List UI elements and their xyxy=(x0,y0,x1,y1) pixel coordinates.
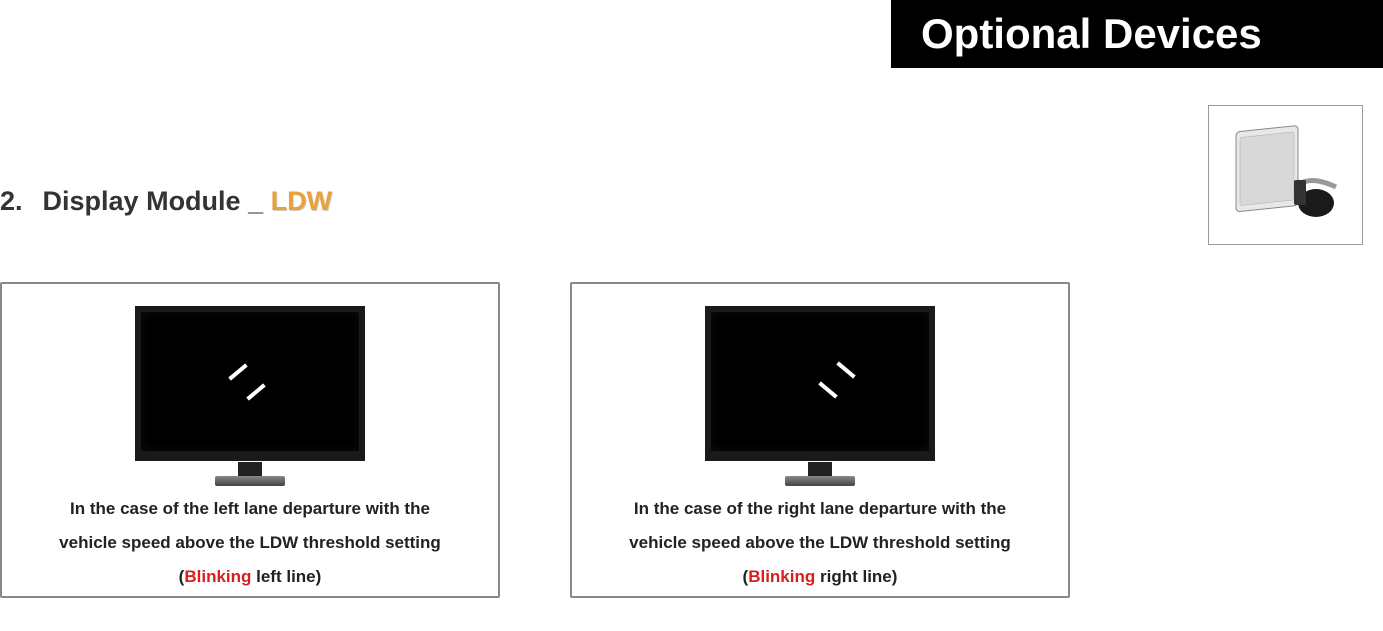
blinking-label: Blinking xyxy=(184,567,251,586)
caption-line: In the case of the right lane departure … xyxy=(634,499,1006,518)
monitor-screen-left xyxy=(135,306,365,461)
monitor-stand xyxy=(785,476,855,486)
section-title-highlight: LDW xyxy=(271,186,332,216)
section-number: 2. xyxy=(0,186,23,216)
caption-left: In the case of the left lane departure w… xyxy=(41,486,459,596)
caption-line: vehicle speed above the LDW threshold se… xyxy=(629,533,1011,552)
monitor-stand xyxy=(215,476,285,486)
lane-dash-icon xyxy=(246,383,265,400)
caption-after: right line) xyxy=(815,567,897,586)
monitor-screen-right xyxy=(705,306,935,461)
monitor-right xyxy=(705,306,935,486)
caption-line: In the case of the left lane departure w… xyxy=(70,499,430,518)
header-banner: Optional Devices xyxy=(891,0,1383,68)
caption-after: left line) xyxy=(251,567,321,586)
lane-dash-icon xyxy=(818,381,837,398)
lane-dash-icon xyxy=(836,361,855,378)
panel-right-departure: In the case of the right lane departure … xyxy=(570,282,1070,598)
section-title-prefix: Display Module _ xyxy=(43,186,271,216)
blinking-label: Blinking xyxy=(748,567,815,586)
panel-left-departure: In the case of the left lane departure w… xyxy=(0,282,500,598)
lane-dash-icon xyxy=(228,363,247,380)
monitor-left xyxy=(135,306,365,486)
section-title: 2. Display Module _ LDW xyxy=(0,186,332,217)
device-thumbnail-icon xyxy=(1226,125,1346,225)
caption-line: vehicle speed above the LDW threshold se… xyxy=(59,533,441,552)
panels-container: In the case of the left lane departure w… xyxy=(0,282,1070,598)
device-thumbnail xyxy=(1208,105,1363,245)
caption-right: In the case of the right lane departure … xyxy=(611,486,1029,596)
